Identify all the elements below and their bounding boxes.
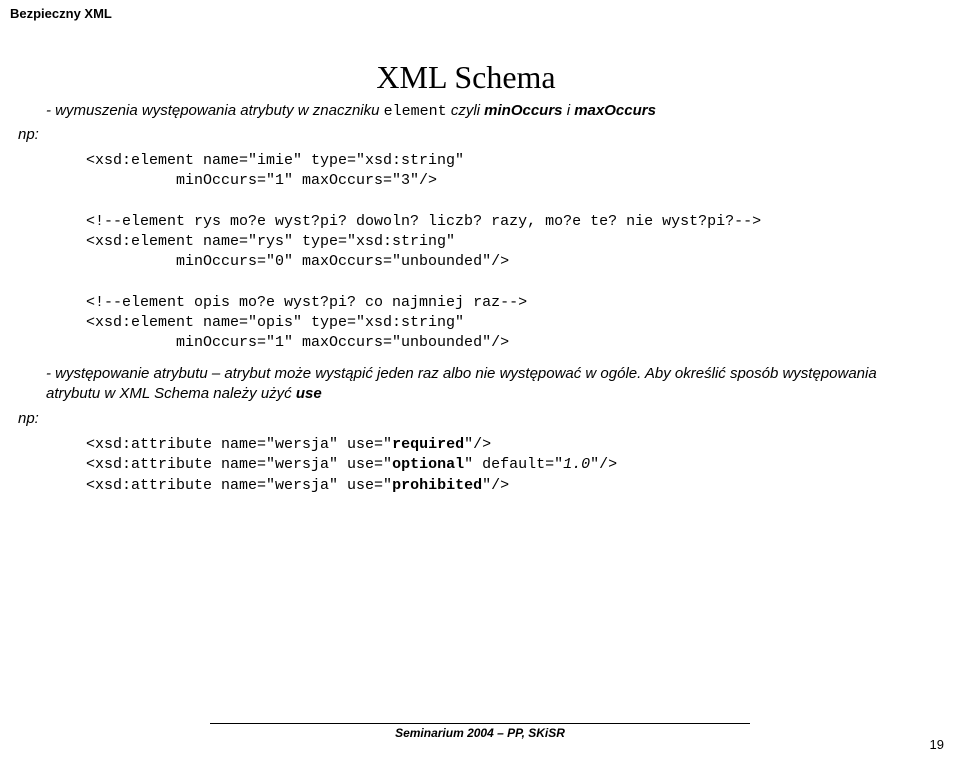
code2-default-val: 1.0	[563, 456, 590, 473]
code2-required: required	[392, 436, 464, 453]
code1-comment1: <!--element rys mo?e wyst?pi? dowoln? li…	[86, 213, 761, 230]
code2-l2a: <xsd:attribute name="wersja" use="	[86, 456, 392, 473]
code2-l3b: "/>	[482, 477, 509, 494]
code2-l1b: "/>	[464, 436, 491, 453]
bullet-2: - występowanie atrybutu – atrybut może w…	[46, 364, 914, 405]
code2-l2b: " default="	[464, 456, 563, 473]
code2-l3a: <xsd:attribute name="wersja" use="	[86, 477, 392, 494]
slide-title: XML Schema	[8, 59, 924, 96]
code1-line8: minOccurs="1" maxOccurs="unbounded"/>	[86, 334, 509, 351]
slide-page: Bezpieczny XML XML Schema - wymuszenia w…	[0, 0, 960, 758]
footer-divider	[210, 723, 750, 724]
document-header: Bezpieczny XML	[10, 6, 924, 21]
code1-comment2: <!--element opis mo?e wyst?pi? co najmni…	[86, 294, 527, 311]
code2-prohibited: prohibited	[392, 477, 482, 494]
code1-line7: <xsd:element name="opis" type="xsd:strin…	[86, 314, 464, 331]
code1-line1: <xsd:element name="imie" type="xsd:strin…	[86, 152, 464, 169]
bullet-1-maxoccurs: maxOccurs	[574, 102, 656, 119]
code1-line2: minOccurs="1" maxOccurs="3"/>	[86, 172, 437, 189]
bullet-1-and: i	[563, 102, 575, 119]
code2-l2c: "/>	[590, 456, 617, 473]
slide-content: - wymuszenia występowania atrybuty w zna…	[46, 102, 914, 496]
code1-line5: minOccurs="0" maxOccurs="unbounded"/>	[86, 253, 509, 270]
code2-optional: optional	[392, 456, 464, 473]
page-number: 19	[930, 737, 944, 752]
code-block-1: <xsd:element name="imie" type="xsd:strin…	[86, 151, 914, 354]
bullet-2-use: use	[296, 385, 322, 402]
bullet-2-text: - występowanie atrybutu – atrybut może w…	[46, 365, 877, 402]
bullet-1-code: element	[384, 103, 447, 120]
code-block-2: <xsd:attribute name="wersja" use="requir…	[86, 435, 914, 496]
code1-line4: <xsd:element name="rys" type="xsd:string…	[86, 233, 455, 250]
bullet-1-text-b: czyli	[447, 102, 485, 119]
np-label-2: np:	[18, 410, 914, 427]
slide-footer: Seminarium 2004 – PP, SKiSR	[0, 723, 960, 740]
footer-text: Seminarium 2004 – PP, SKiSR	[0, 726, 960, 740]
code2-l1a: <xsd:attribute name="wersja" use="	[86, 436, 392, 453]
bullet-1: - wymuszenia występowania atrybuty w zna…	[46, 102, 914, 120]
bullet-1-text-a: - wymuszenia występowania atrybuty w zna…	[46, 102, 384, 119]
np-label-1: np:	[18, 126, 914, 143]
bullet-1-minoccurs: minOccurs	[484, 102, 562, 119]
